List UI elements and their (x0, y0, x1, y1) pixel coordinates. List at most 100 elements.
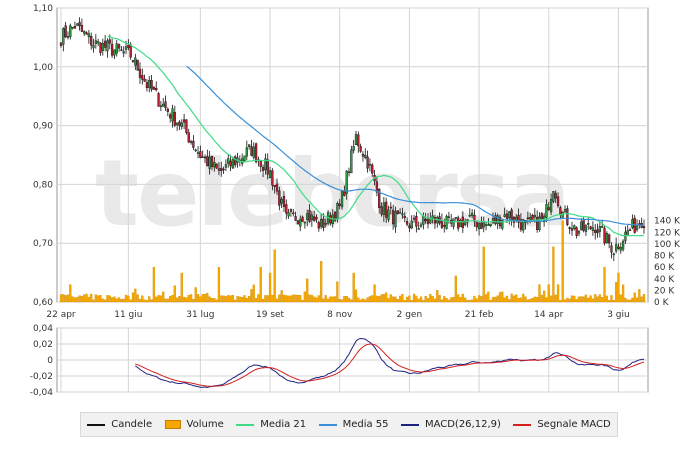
volume-bar (189, 294, 193, 303)
volume-bar (542, 290, 546, 303)
candle-down (389, 206, 392, 209)
candle-up (245, 147, 248, 157)
candle-up (491, 218, 495, 224)
volume-bar (94, 294, 97, 303)
volume-bar (292, 294, 295, 303)
legend-item-ma21[interactable]: Media 21 (236, 419, 306, 430)
candle-down (359, 146, 362, 152)
candle-up (468, 215, 471, 217)
volume-bar (285, 295, 288, 303)
volume-bar (164, 298, 167, 303)
volume-bar (340, 299, 344, 303)
candle-down (99, 42, 102, 54)
volume-bar (619, 294, 622, 303)
candle-up (368, 164, 372, 166)
candle-down (329, 215, 332, 224)
volume-bar (85, 293, 88, 303)
volume-bar (403, 300, 406, 303)
date-tick-label: 31 lug (186, 310, 214, 320)
candle-down (392, 209, 395, 225)
volume-bar (287, 295, 290, 303)
volume-bar (433, 298, 437, 303)
candle-up (122, 51, 125, 54)
legend-item-signal[interactable]: Segnale MACD (513, 419, 611, 430)
volume-bar (575, 299, 578, 303)
candle-down (347, 171, 351, 173)
volume-bar (415, 295, 418, 303)
candle-down (457, 217, 460, 229)
volume-bar (540, 294, 543, 303)
volume-bar (306, 278, 309, 303)
volume-bar (73, 297, 77, 303)
volume-bar (280, 290, 283, 303)
candle-down (173, 111, 176, 126)
volume-bar (598, 294, 602, 303)
candle-up (180, 122, 183, 127)
volume-bar (185, 297, 188, 303)
volume-bar (127, 295, 130, 303)
volume-bar (162, 291, 165, 303)
candle-up (621, 240, 625, 250)
volume-bar (515, 294, 518, 303)
volume-bar (436, 290, 439, 303)
candle-down (301, 216, 304, 222)
stock-chart: 0,60 0,70 0,80 0,90 1,00 1,10 22 apr 11 giu 31 l… (30, 4, 681, 398)
macd-tick-label: -0,02 (30, 372, 53, 382)
volume-bar (108, 295, 111, 303)
candle-down (141, 75, 144, 80)
volume-bar (357, 297, 360, 303)
volume-bar (101, 298, 104, 303)
candle-up (280, 199, 283, 204)
legend-item-ma55[interactable]: Media 55 (318, 419, 389, 430)
legend-item-candles[interactable]: Candele (87, 419, 152, 430)
candle-up (106, 40, 109, 52)
candle-up (175, 122, 179, 125)
date-tick-label: 8 nov (327, 310, 353, 320)
candle-up (162, 103, 165, 107)
legend-item-volume[interactable]: Volume (164, 419, 224, 430)
legend-item-macd[interactable]: MACD(26,12,9) (400, 419, 501, 430)
candle-down (143, 78, 146, 82)
candles-swatch-icon (87, 423, 106, 426)
volume-bar (580, 296, 583, 303)
volume-bar (524, 296, 527, 303)
volume-bar (103, 299, 107, 303)
volume-bar (361, 298, 365, 303)
candle-up (584, 225, 588, 232)
volume-bar (549, 295, 553, 303)
volume-bar (308, 294, 311, 303)
candle-up (431, 215, 434, 219)
candle-up (324, 223, 327, 225)
volume-bar (264, 295, 267, 303)
volume-bar (159, 295, 163, 303)
candle-up (452, 218, 455, 227)
candle-down (322, 218, 325, 228)
volume-bar (480, 296, 483, 303)
volume-bar (424, 295, 427, 303)
volume-bar (299, 295, 302, 303)
candle-down (129, 44, 132, 58)
ma21-swatch-icon (236, 423, 255, 426)
volume-bar (171, 294, 174, 303)
candle-up (508, 211, 511, 219)
candle-up (552, 191, 555, 202)
candle-down (108, 39, 111, 44)
candle-down (475, 221, 478, 228)
candle-down (601, 226, 604, 228)
volume-bar (243, 295, 246, 303)
candle-down (152, 86, 156, 90)
volume-bar (303, 291, 307, 303)
candle-up (545, 204, 548, 218)
candle-down (222, 168, 225, 171)
volume-bar (450, 297, 453, 303)
volume-bar (487, 291, 490, 303)
candle-up (614, 244, 618, 252)
volume-bar (245, 297, 248, 303)
volume-bar (563, 299, 567, 303)
legend-label: Volume (186, 419, 224, 430)
volume-bar (273, 249, 276, 303)
signal-line (135, 343, 645, 387)
volume-bar (470, 299, 474, 303)
legend-label: Media 21 (260, 419, 307, 430)
volume-bar (122, 298, 125, 303)
